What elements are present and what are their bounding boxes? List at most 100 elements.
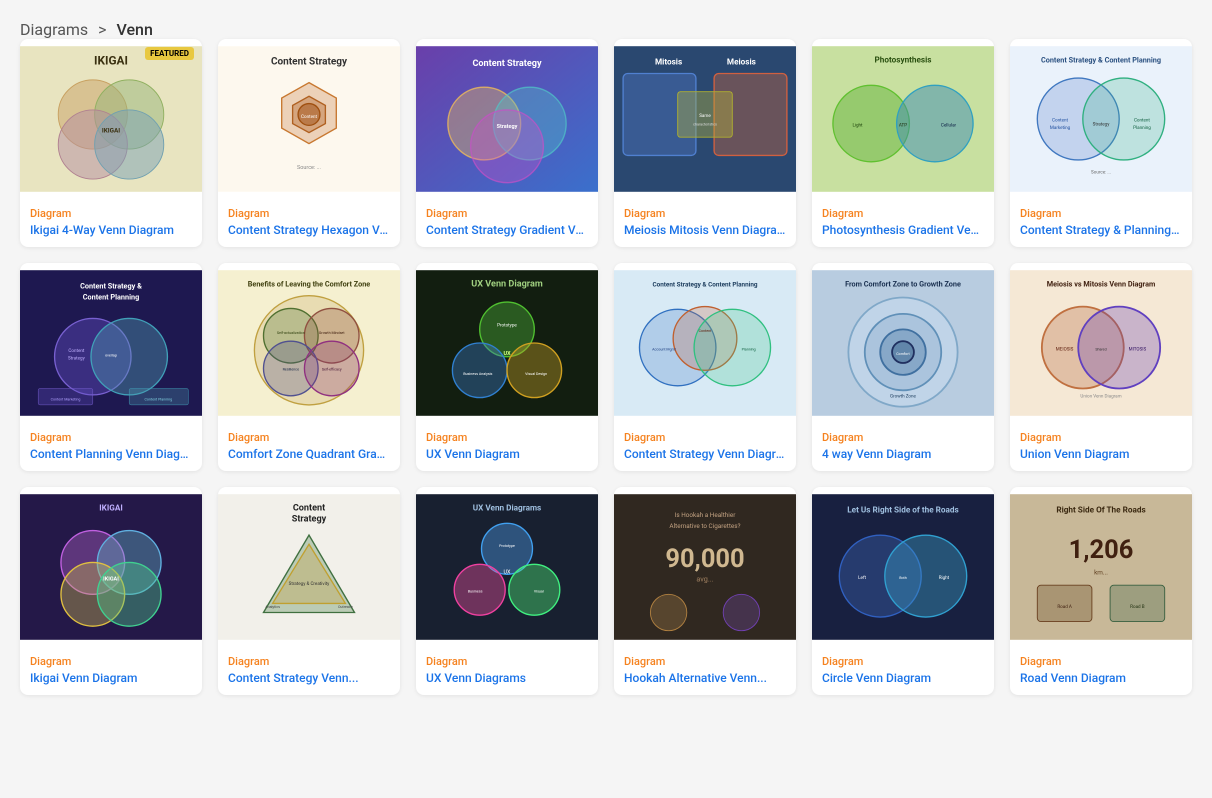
svg-text:Benefits of Leaving the Comfor: Benefits of Leaving the Comfort Zone — [248, 280, 371, 289]
svg-text:Outreach: Outreach — [338, 605, 353, 609]
card-category: Diagram — [822, 207, 984, 220]
svg-text:Source: ...: Source: ... — [297, 165, 321, 171]
diagram-card[interactable]: Content Strategy Content Source: ... Dia… — [218, 39, 400, 247]
diagram-card[interactable]: Right Side Of The Roads 1,206 km... Road… — [1010, 487, 1192, 695]
svg-text:Alternative to Cigarettes?: Alternative to Cigarettes? — [669, 522, 740, 530]
diagram-card[interactable]: UX Venn Diagrams Prototype Business Visu… — [416, 487, 598, 695]
svg-text:Growth Mindset: Growth Mindset — [319, 331, 345, 335]
svg-text:1,206: 1,206 — [1069, 535, 1134, 565]
card-title: Ikigai Venn Diagram — [30, 671, 192, 685]
svg-text:MITOSIS: MITOSIS — [1129, 346, 1147, 352]
card-thumbnail: Photosynthesis Light Cellular ATP — [812, 39, 994, 199]
svg-text:Content Strategy &: Content Strategy & — [80, 281, 142, 290]
card-title: Meiosis Mitosis Venn Diagram — [624, 223, 786, 237]
diagram-card[interactable]: Benefits of Leaving the Comfort Zone Sel… — [218, 263, 400, 471]
breadcrumb-parent[interactable]: Diagrams — [20, 20, 88, 39]
svg-text:Planning: Planning — [1133, 125, 1151, 131]
svg-text:Growth Zone: Growth Zone — [890, 394, 917, 400]
card-title: Road Venn Diagram — [1020, 671, 1182, 685]
svg-text:Union Venn Diagram: Union Venn Diagram — [1080, 394, 1121, 400]
card-title: Content Strategy & Planning Ve... — [1020, 223, 1182, 237]
diagram-card[interactable]: Is Hookah a Healthier Alternative to Cig… — [614, 487, 796, 695]
card-title: Ikigai 4-Way Venn Diagram — [30, 223, 192, 237]
card-category: Diagram — [30, 207, 192, 220]
breadcrumb-separator: > — [98, 20, 106, 39]
card-category: Diagram — [426, 655, 588, 668]
diagram-card[interactable]: Meiosis vs Mitosis Venn Diagram MEIOSIS … — [1010, 263, 1192, 471]
card-category: Diagram — [228, 431, 390, 444]
card-category: Diagram — [1020, 655, 1182, 668]
breadcrumb: Diagrams > Venn — [20, 20, 1192, 39]
diagram-card[interactable]: From Comfort Zone to Growth Zone Comfort… — [812, 263, 994, 471]
svg-text:Content: Content — [699, 329, 713, 333]
svg-text:Same: Same — [699, 113, 711, 119]
card-title: Content Strategy Hexagon Venn... — [228, 223, 390, 237]
card-title: Circle Venn Diagram — [822, 671, 984, 685]
svg-text:Content: Content — [293, 504, 325, 514]
card-category: Diagram — [822, 655, 984, 668]
svg-text:Source: ...: Source: ... — [1091, 170, 1111, 176]
svg-text:UX: UX — [503, 351, 511, 357]
svg-text:Strategy: Strategy — [292, 515, 327, 525]
svg-text:Road A: Road A — [1057, 604, 1072, 610]
card-title: Content Strategy Venn Diagram — [624, 447, 786, 461]
svg-text:Marketing: Marketing — [1050, 125, 1071, 131]
diagram-card[interactable]: IKIGAI IKIGAI DiagramIkigai Venn Diagram — [20, 487, 202, 695]
card-title: Hookah Alternative Venn... — [624, 671, 786, 685]
card-thumbnail: Is Hookah a Healthier Alternative to Cig… — [614, 487, 796, 647]
card-title: Content Planning Venn Diagram — [30, 447, 192, 461]
svg-text:Content Planning: Content Planning — [144, 397, 172, 401]
svg-text:Account Mgmt: Account Mgmt — [652, 347, 677, 351]
card-thumbnail: UX Venn Diagram Prototype Business Analy… — [416, 263, 598, 423]
svg-text:avg...: avg... — [696, 575, 713, 584]
card-category: Diagram — [30, 655, 192, 668]
card-title: Union Venn Diagram — [1020, 447, 1182, 461]
svg-text:Content Strategy & Content Pla: Content Strategy & Content Planning — [652, 281, 757, 289]
diagram-card[interactable]: Let Us Right Side of the Roads Left Righ… — [812, 487, 994, 695]
diagram-card[interactable]: Content Strategy Strategy DiagramContent… — [416, 39, 598, 247]
svg-text:Content: Content — [1052, 118, 1068, 124]
card-category: Diagram — [624, 431, 786, 444]
card-thumbnail: Content Strategy & Content Planning Acco… — [614, 263, 796, 423]
breadcrumb-current: Venn — [117, 20, 153, 39]
card-thumbnail: Let Us Right Side of the Roads Left Righ… — [812, 487, 994, 647]
featured-badge: FEATURED — [145, 47, 194, 60]
svg-text:Strategy: Strategy — [497, 124, 518, 130]
card-title: Comfort Zone Quadrant Graph — [228, 447, 390, 461]
svg-text:Planning: Planning — [742, 347, 756, 351]
diagram-card[interactable]: Content Strategy & Content Planning Acco… — [614, 263, 796, 471]
card-thumbnail: UX Venn Diagrams Prototype Business Visu… — [416, 487, 598, 647]
card-category: Diagram — [426, 207, 588, 220]
card-thumbnail: Meiosis vs Mitosis Venn Diagram MEIOSIS … — [1010, 263, 1192, 423]
diagram-card[interactable]: UX Venn Diagram Prototype Business Analy… — [416, 263, 598, 471]
svg-text:characteristics: characteristics — [693, 122, 717, 126]
svg-text:Right Side Of The Roads: Right Side Of The Roads — [1056, 504, 1145, 514]
svg-text:overlap: overlap — [105, 354, 117, 358]
svg-text:km...: km... — [1094, 568, 1108, 576]
diagram-card[interactable]: Photosynthesis Light Cellular ATP Diagra… — [812, 39, 994, 247]
card-title: Content Strategy Gradient Venn... — [426, 223, 588, 237]
diagram-card[interactable]: IKIGAI IKIGAI FEATUREDDiagramIkigai 4-Wa… — [20, 39, 202, 247]
card-category: Diagram — [1020, 207, 1182, 220]
svg-text:Road B: Road B — [1130, 604, 1145, 610]
svg-text:Content Strategy: Content Strategy — [271, 56, 348, 67]
card-title: 4 way Venn Diagram — [822, 447, 984, 461]
card-category: Diagram — [624, 655, 786, 668]
card-thumbnail: Benefits of Leaving the Comfort Zone Sel… — [218, 263, 400, 423]
svg-text:Both: Both — [899, 576, 907, 580]
diagram-card[interactable]: Content Strategy & Content Planning Cont… — [20, 263, 202, 471]
svg-text:Strategy & Creativity: Strategy & Creativity — [289, 581, 331, 587]
card-thumbnail: Mitosis Meiosis Same characteristics — [614, 39, 796, 199]
diagram-card[interactable]: Content Strategy & Content Planning Cont… — [1010, 39, 1192, 247]
svg-text:Content: Content — [301, 114, 317, 120]
diagram-card[interactable]: Mitosis Meiosis Same characteristics Dia… — [614, 39, 796, 247]
svg-text:Content Planning: Content Planning — [83, 292, 139, 301]
svg-text:Shared: Shared — [1095, 347, 1106, 351]
svg-text:Photosynthesis: Photosynthesis — [874, 55, 931, 65]
svg-text:Business: Business — [468, 589, 483, 593]
diagram-card[interactable]: Content Strategy Strategy & Creativity A… — [218, 487, 400, 695]
svg-text:IKIGAI: IKIGAI — [103, 577, 119, 583]
svg-text:Content Strategy & Content Pla: Content Strategy & Content Planning — [1041, 56, 1161, 65]
card-thumbnail: Content Strategy & Content Planning Cont… — [1010, 39, 1192, 199]
card-title: Photosynthesis Gradient Venn D... — [822, 223, 984, 237]
